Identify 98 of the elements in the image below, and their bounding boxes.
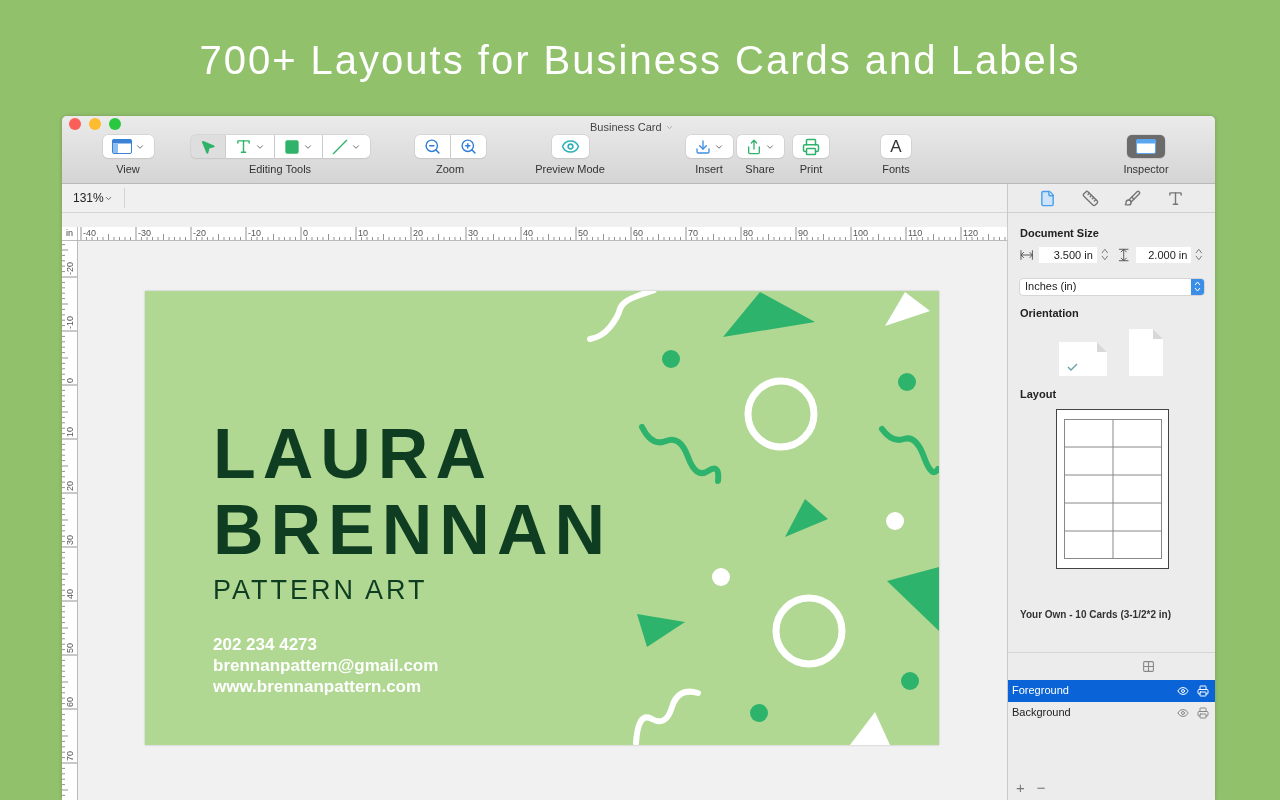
card-title: PATTERN ART (213, 574, 428, 607)
printer-icon[interactable] (1197, 706, 1209, 719)
ruler-label: 40 (65, 589, 75, 600)
ruler-label: 100 (853, 228, 869, 239)
brush-tab-icon[interactable] (1124, 189, 1142, 207)
ruler-label: 70 (65, 751, 75, 762)
toolbar-button[interactable] (102, 135, 154, 159)
toolbar-button[interactable] (1127, 135, 1165, 159)
stepper-icon[interactable] (1100, 247, 1109, 263)
height-icon (1118, 247, 1130, 262)
ruler-label: -20 (65, 262, 75, 276)
ruler-label: -20 (193, 228, 206, 239)
zoom-dropdown[interactable]: 131% (73, 188, 125, 209)
window-icon (111, 139, 132, 155)
card-name: BRENNAN (213, 492, 612, 569)
layer-row[interactable]: Foreground (1008, 679, 1215, 702)
text-tab-icon[interactable] (1167, 189, 1185, 207)
layout-caption: Your Own - 10 Cards (3-1/2*2 in) (1020, 607, 1172, 622)
share-icon (745, 138, 762, 155)
line-icon (331, 138, 348, 155)
window-title: Business Card (590, 120, 662, 136)
remove-layer-button[interactable]: − (1036, 780, 1046, 796)
printer-icon (802, 137, 820, 156)
zoom-button[interactable] (109, 117, 121, 130)
ruler-label: -10 (248, 228, 261, 239)
ruler-tab-icon[interactable] (1081, 189, 1099, 207)
section-heading: Orientation (1020, 305, 1080, 321)
ruler-label: 50 (578, 228, 588, 239)
card-contact: brennanpattern@gmail.com (213, 655, 439, 677)
download-icon (694, 138, 711, 155)
ruler-label: 20 (413, 228, 423, 239)
section-heading: Document Size (1020, 226, 1100, 242)
ruler-label: 60 (65, 697, 75, 708)
ruler-label: 80 (743, 228, 753, 239)
pointer-icon (199, 138, 216, 155)
toolbar-label: Zoom (435, 162, 465, 178)
card-contact: 202 234 4273 (213, 634, 317, 656)
toolbar-button[interactable] (225, 135, 274, 159)
toolbar-button[interactable] (793, 135, 829, 159)
ruler-label: 60 (633, 228, 643, 239)
toolbar-label: Preview Mode (535, 162, 605, 178)
toolbar-label: Fonts (882, 162, 910, 178)
toolbar-label: Print (799, 162, 823, 178)
ruler-label: 0 (303, 228, 308, 239)
layer-row[interactable]: Background (1008, 701, 1215, 724)
toolbar-label: View (116, 162, 140, 178)
document-tab-icon[interactable] (1038, 189, 1056, 207)
window-icon (1136, 139, 1156, 155)
width-field[interactable]: 3.500 in (1039, 246, 1097, 263)
square-icon (283, 138, 300, 155)
toolbar-button[interactable] (685, 135, 733, 159)
close-button[interactable] (69, 117, 81, 130)
ruler-label: 30 (65, 535, 75, 546)
portrait-page-icon[interactable] (1129, 329, 1163, 377)
zoom-out-icon (423, 138, 441, 156)
ruler-label: 70 (688, 228, 698, 239)
ruler-label: 10 (65, 427, 75, 438)
section-heading: Layout (1020, 387, 1058, 403)
units-dropdown[interactable]: Inches (in) (1020, 278, 1204, 295)
toolbar-button[interactable] (450, 135, 486, 159)
card-name: LAURA (213, 416, 493, 493)
add-layer-button[interactable]: + (1016, 780, 1025, 796)
printer-icon[interactable] (1197, 684, 1209, 697)
eye-icon[interactable] (1177, 706, 1189, 719)
card-contact: www.brennanpattern.com (213, 676, 422, 698)
toolbar-label: Insert (695, 162, 723, 178)
height-field[interactable]: 2.000 in (1135, 246, 1192, 263)
ruler-label: 20 (65, 481, 75, 492)
toolbar-button[interactable] (736, 135, 784, 159)
ruler-label: 50 (65, 643, 75, 654)
stepper-icon (1194, 281, 1201, 293)
toolbar-button[interactable] (551, 135, 589, 159)
ruler-label: -10 (65, 316, 75, 330)
ruler-label: 0 (65, 378, 75, 384)
grid-icon[interactable] (1142, 659, 1155, 673)
zoom-in-icon (459, 138, 477, 156)
toolbar-label: Inspector (1123, 162, 1169, 178)
ruler-label: 10 (358, 228, 368, 239)
toolbar-button[interactable] (274, 135, 322, 159)
minimize-button[interactable] (89, 117, 101, 130)
ruler-unit: in (62, 227, 78, 242)
ruler-label: 110 (908, 228, 923, 239)
ruler-label: -30 (138, 228, 151, 239)
ruler-label: -40 (83, 228, 96, 239)
width-icon (1020, 248, 1034, 261)
ruler-label: 30 (468, 228, 478, 239)
fonts-button[interactable]: A (881, 135, 911, 159)
ruler-label: 90 (798, 228, 808, 239)
stepper-icon[interactable] (1195, 247, 1203, 263)
text-icon (234, 138, 252, 156)
toolbar-label: Share (745, 162, 775, 178)
eye-icon[interactable] (1177, 684, 1189, 697)
toolbar-button[interactable] (414, 135, 450, 159)
ruler-label: 120 (963, 228, 979, 239)
headline: 700+ Layouts for Business Cards and Labels (198, 37, 1082, 84)
ruler-label: 40 (523, 228, 533, 239)
landscape-page-icon[interactable] (1059, 342, 1107, 377)
toolbar-label: Editing Tools (248, 162, 312, 178)
